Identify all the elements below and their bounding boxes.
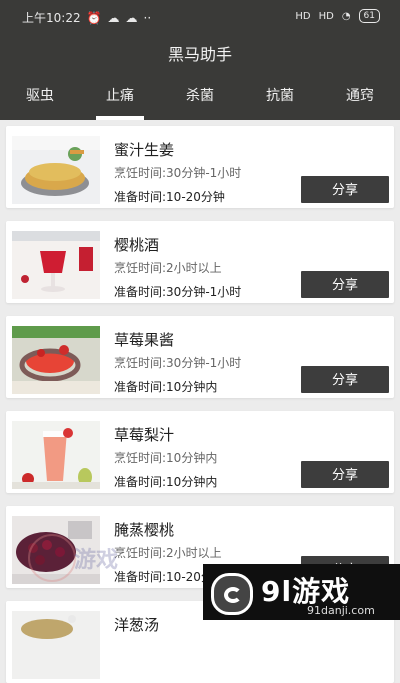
game-logo-icon (211, 573, 253, 615)
tab-tongqiao[interactable]: 通窍 (320, 78, 400, 120)
wechat-icon: ☁ (125, 10, 138, 25)
tab-shajun[interactable]: 杀菌 (160, 78, 240, 120)
category-tabs: 驱虫 止痛 杀菌 抗菌 通窍 (0, 78, 400, 120)
status-bar: 上午10:22 ⏰ ☁ ☁ ·· HD HD ◔ 61 (0, 0, 400, 32)
cook-time: 烹饪时间:30分钟-1小时 (114, 166, 242, 180)
recipe-card[interactable]: 草莓果酱 烹饪时间:30分钟-1小时 准备时间:10分钟内 分享 (6, 316, 394, 398)
recipe-thumbnail (12, 421, 100, 489)
recipe-card[interactable]: 樱桃酒 烹饪时间:2小时以上 准备时间:30分钟-1小时 分享 (6, 221, 394, 303)
battery-icon: 61 (358, 9, 380, 23)
cook-time: 烹饪时间:10分钟内 (114, 451, 218, 465)
cook-time: 烹饪时间:2小时以上 (114, 261, 222, 275)
faint-watermark-logo: 游戏 (28, 530, 138, 584)
tab-quchong[interactable]: 驱虫 (0, 78, 80, 120)
status-right: HD HD ◔ 61 (295, 9, 380, 23)
recipe-title: 樱桃酒 (114, 236, 160, 254)
recipe-title: 草莓梨汁 (114, 426, 175, 444)
prep-time: 准备时间:30分钟-1小时 (114, 285, 242, 299)
wechat-icon: ☁ (107, 10, 120, 25)
recipe-thumbnail (12, 326, 100, 394)
recipe-card[interactable]: 蜜汁生姜 烹饪时间:30分钟-1小时 准备时间:10-20分钟 分享 (6, 126, 394, 208)
prep-time: 准备时间:10分钟内 (114, 380, 218, 394)
prep-time: 准备时间:10-20分钟 (114, 190, 225, 204)
watermark-url: 91danji.com (307, 604, 375, 617)
recipe-thumbnail (12, 231, 100, 299)
recipe-thumbnail (12, 611, 100, 679)
faint-watermark-text: 游戏 (74, 548, 119, 573)
app-title: 黑马助手 (0, 32, 400, 78)
share-button[interactable]: 分享 (301, 366, 389, 393)
recipe-title: 洋葱汤 (114, 616, 160, 634)
tab-kangjun[interactable]: 抗菌 (240, 78, 320, 120)
recipe-thumbnail (12, 136, 100, 204)
tab-zhitong[interactable]: 止痛 (80, 78, 160, 120)
wifi-icon: ◔ (341, 10, 351, 22)
prep-time: 准备时间:10分钟内 (114, 475, 218, 489)
more-dots-icon: ·· (143, 10, 152, 25)
signal-icon: HD (318, 10, 334, 22)
share-button[interactable]: 分享 (301, 271, 389, 298)
alarm-icon: ⏰ (86, 10, 102, 25)
recipe-card[interactable]: 草莓梨汁 烹饪时间:10分钟内 准备时间:10分钟内 分享 (6, 411, 394, 493)
share-button[interactable]: 分享 (301, 176, 389, 203)
cook-time: 烹饪时间:30分钟-1小时 (114, 356, 242, 370)
status-left: 上午10:22 ⏰ ☁ ☁ ·· (22, 9, 151, 26)
share-button[interactable]: 分享 (301, 461, 389, 488)
watermark-banner: 9l游戏 91danji.com (203, 564, 400, 620)
status-time: 上午10:22 (22, 11, 81, 25)
watermark-circle-icon (28, 534, 76, 582)
signal-icon: HD (295, 10, 311, 22)
recipe-title: 草莓果酱 (114, 331, 175, 349)
recipe-title: 蜜汁生姜 (114, 141, 175, 159)
